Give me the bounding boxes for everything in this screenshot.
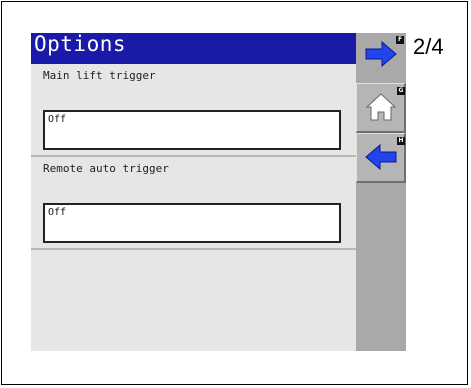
page-indicator: 2/4 <box>413 34 444 59</box>
section-main-lift-trigger: Main lift trigger Off <box>31 64 356 157</box>
main-lift-trigger-field[interactable]: Off <box>43 110 341 150</box>
key-tag-g: G <box>397 87 405 95</box>
remote-auto-trigger-field[interactable]: Off <box>43 203 341 243</box>
arrow-right-icon <box>365 41 397 67</box>
arrow-left-icon <box>365 144 397 170</box>
next-page-button[interactable]: F <box>356 33 406 83</box>
page-title: Options <box>31 33 356 64</box>
previous-page-button[interactable]: H <box>356 133 406 183</box>
softkey-sidebar: F G H <box>356 33 406 351</box>
key-tag-h: H <box>397 137 405 145</box>
options-content: Main lift trigger Off Remote auto trigge… <box>31 64 356 351</box>
home-button[interactable]: G <box>356 83 406 133</box>
section-remote-auto-trigger: Remote auto trigger Off <box>31 157 356 250</box>
main-lift-trigger-label: Main lift trigger <box>43 69 156 82</box>
home-icon <box>365 93 397 121</box>
key-tag-f: F <box>396 36 404 44</box>
remote-auto-trigger-label: Remote auto trigger <box>43 162 169 175</box>
options-screen: Options Main lift trigger Off Remote aut… <box>31 33 406 351</box>
